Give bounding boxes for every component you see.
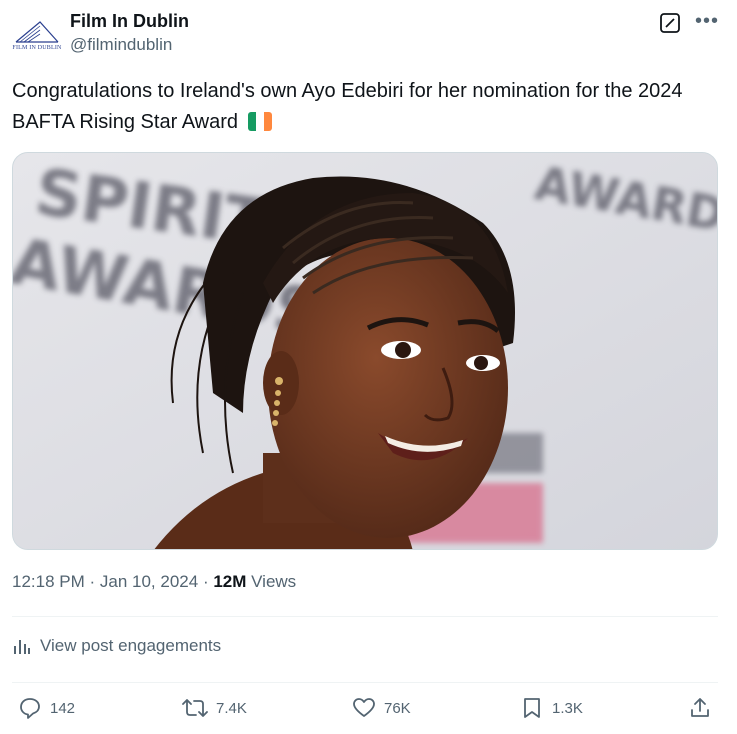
analytics-icon bbox=[14, 640, 30, 654]
display-name[interactable]: Film In Dublin bbox=[70, 10, 189, 32]
like-button[interactable]: 76K bbox=[352, 696, 411, 720]
reply-count: 142 bbox=[50, 699, 76, 717]
handle[interactable]: @filmindublin bbox=[70, 32, 189, 58]
views-label: Views bbox=[251, 572, 297, 591]
divider bbox=[12, 682, 718, 683]
views-count: 12M bbox=[213, 572, 247, 591]
view-post-engagements-link[interactable]: View post engagements bbox=[12, 636, 221, 656]
tweet-image[interactable]: SPIRIT AWARDS AWARDS bbox=[12, 152, 718, 550]
more-options-icon[interactable]: ••• bbox=[695, 10, 719, 32]
repost-count: 7.4K bbox=[216, 699, 247, 717]
heart-icon bbox=[353, 698, 375, 717]
meta-separator: · bbox=[89, 572, 100, 591]
tweet-text: Congratulations to Ireland's own Ayo Ede… bbox=[12, 76, 712, 138]
share-icon bbox=[691, 698, 709, 717]
meta-separator: · bbox=[202, 572, 214, 591]
grok-icon[interactable] bbox=[659, 12, 681, 34]
repost-icon bbox=[182, 699, 208, 717]
reply-button[interactable]: 142 bbox=[18, 696, 75, 720]
author-names: Film In Dublin @filmindublin bbox=[70, 10, 189, 58]
bookmark-button[interactable]: 1.3K bbox=[520, 696, 583, 720]
film-in-dublin-logo bbox=[15, 20, 59, 43]
avatar-text: FILM IN DUBLIN bbox=[12, 44, 62, 51]
tweet-meta: 12:18 PM · Jan 10, 2024 · 12M Views bbox=[12, 572, 296, 592]
bookmark-count: 1.3K bbox=[552, 699, 583, 717]
tweet-text-content: Congratulations to Ireland's own Ayo Ede… bbox=[12, 80, 683, 133]
reply-icon bbox=[20, 698, 40, 719]
like-count: 76K bbox=[384, 699, 411, 717]
divider bbox=[12, 616, 718, 617]
engagements-label: View post engagements bbox=[40, 636, 222, 655]
tweet-time[interactable]: 12:18 PM bbox=[12, 572, 85, 591]
bookmark-icon bbox=[524, 698, 540, 718]
tweet-date[interactable]: Jan 10, 2024 bbox=[100, 572, 198, 591]
avatar[interactable]: FILM IN DUBLIN bbox=[12, 12, 62, 56]
tweet-header: FILM IN DUBLIN Film In Dublin @filmindub… bbox=[12, 8, 725, 64]
ireland-flag-icon bbox=[247, 112, 272, 131]
action-bar: 142 7.4K 76K 1.3K bbox=[12, 696, 718, 728]
share-button[interactable] bbox=[688, 696, 720, 720]
photo-illustration: SPIRIT AWARDS AWARDS bbox=[13, 153, 717, 549]
repost-button[interactable]: 7.4K bbox=[182, 696, 247, 720]
